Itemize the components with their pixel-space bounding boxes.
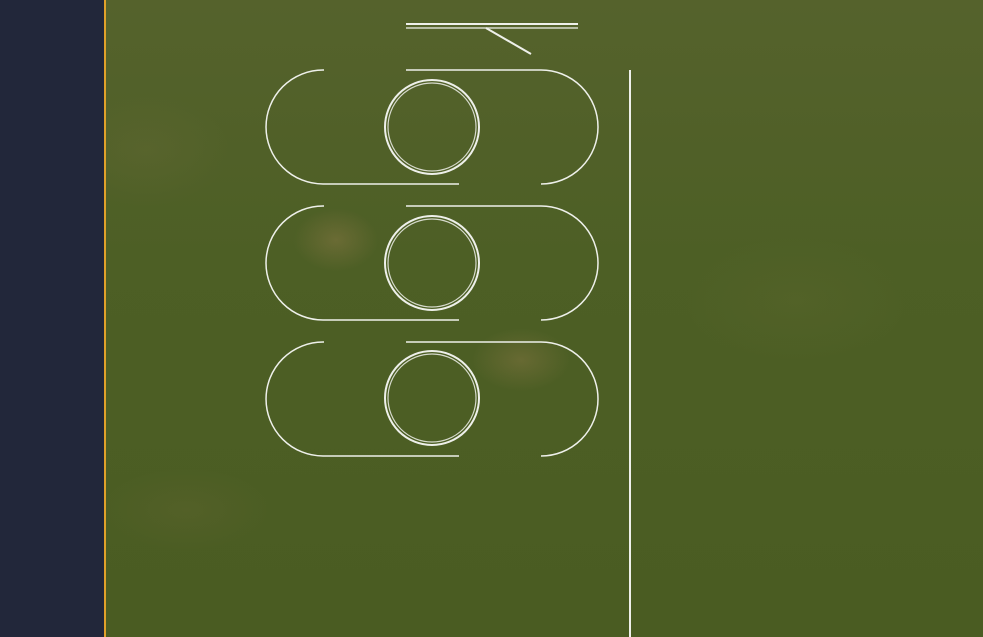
pointer-marker (406, 23, 578, 55)
ring-icon[interactable] (384, 79, 480, 175)
game-viewport (0, 0, 983, 637)
oval-slot[interactable] (265, 341, 599, 457)
ring-icon[interactable] (384, 350, 480, 446)
ring-icon[interactable] (384, 215, 480, 311)
field-markings (265, 23, 631, 637)
oval-slot[interactable] (265, 205, 599, 321)
oval-slot[interactable] (265, 69, 599, 185)
